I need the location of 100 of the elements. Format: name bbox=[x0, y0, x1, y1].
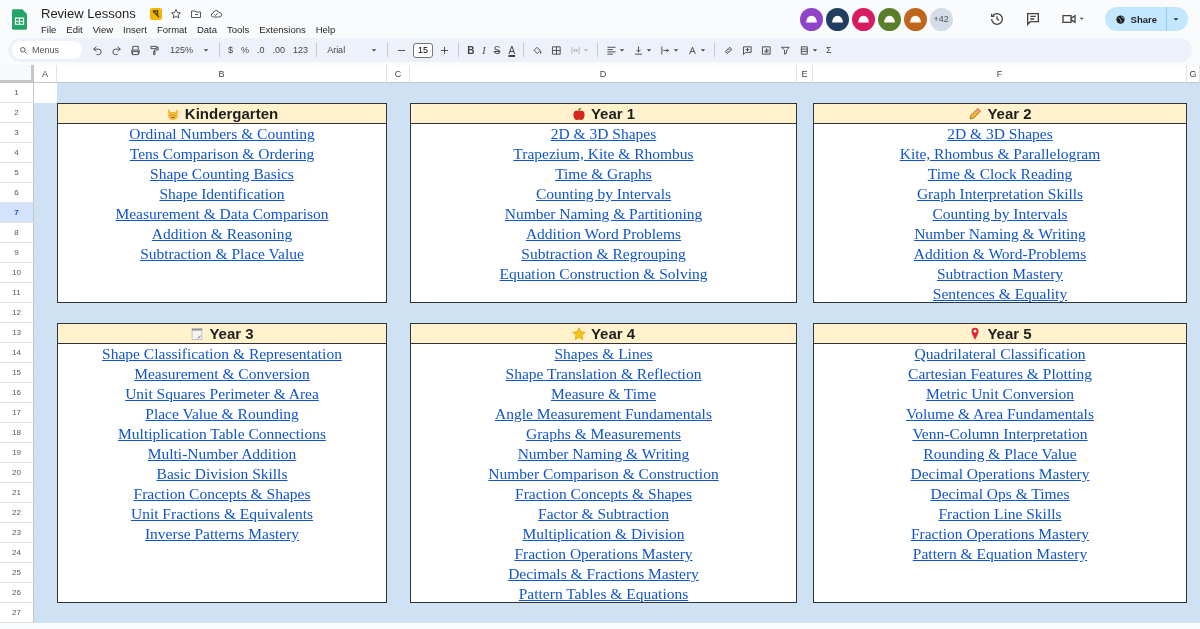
column-header[interactable]: C bbox=[387, 65, 410, 83]
lesson-link[interactable]: Shapes & Lines bbox=[554, 344, 653, 364]
format-button[interactable]: I bbox=[478, 41, 490, 59]
lesson-link[interactable]: Subtraction Mastery bbox=[936, 264, 1064, 284]
row-header[interactable]: 14 bbox=[0, 343, 34, 363]
lesson-link[interactable]: Time & Graphs bbox=[555, 164, 652, 184]
lesson-link[interactable]: Measure & Time bbox=[550, 384, 657, 404]
lesson-link[interactable]: Basic Division Skills bbox=[156, 464, 288, 484]
avatar[interactable] bbox=[877, 7, 901, 31]
row-header[interactable]: 2 bbox=[0, 103, 34, 123]
row-header[interactable]: 9 bbox=[0, 243, 34, 263]
lesson-link[interactable]: Unit Fractions & Equivalents bbox=[130, 504, 314, 524]
sheets-logo-icon[interactable] bbox=[12, 8, 27, 30]
lesson-link[interactable]: Sentences & Equality bbox=[932, 284, 1068, 304]
history-icon[interactable] bbox=[988, 11, 1005, 27]
menu-item[interactable]: Insert bbox=[123, 23, 151, 35]
menu-item[interactable]: Data bbox=[196, 23, 222, 35]
lesson-link[interactable]: Number Naming & Writing bbox=[914, 224, 1086, 244]
menu-item[interactable]: Extensions bbox=[259, 23, 310, 35]
cloud-icon[interactable] bbox=[209, 7, 222, 20]
lesson-link[interactable]: Decimal Operations Mastery bbox=[910, 464, 1090, 484]
row-header[interactable]: 19 bbox=[0, 443, 34, 463]
lesson-link[interactable]: Pattern & Equation Mastery bbox=[912, 544, 1088, 564]
menu-item[interactable]: View bbox=[92, 23, 118, 35]
column-header[interactable]: A bbox=[34, 65, 57, 83]
row-header[interactable]: 18 bbox=[0, 423, 34, 443]
menu-item[interactable]: Help bbox=[315, 23, 340, 35]
share-button[interactable]: Share bbox=[1104, 7, 1188, 31]
row-header[interactable]: 23 bbox=[0, 523, 34, 543]
lesson-link[interactable]: Addition & Word-Problems bbox=[913, 244, 1087, 264]
row-header[interactable]: 25 bbox=[0, 563, 34, 583]
format-button[interactable]: .00 bbox=[268, 41, 290, 59]
format-button[interactable]: .0 bbox=[253, 41, 269, 59]
format-button[interactable]: Σ bbox=[822, 41, 836, 59]
format-button[interactable]: % bbox=[237, 41, 254, 59]
lesson-link[interactable]: Addition Word Problems bbox=[525, 224, 682, 244]
row-header[interactable]: 24 bbox=[0, 543, 34, 563]
star-icon[interactable] bbox=[169, 7, 182, 20]
row-header[interactable]: 16 bbox=[0, 383, 34, 403]
lesson-link[interactable]: Volume & Area Fundamentals bbox=[906, 404, 1094, 424]
row-header[interactable]: 27 bbox=[0, 603, 34, 623]
row-header[interactable]: 3 bbox=[0, 123, 34, 143]
row-header[interactable]: 15 bbox=[0, 363, 34, 383]
lesson-link[interactable]: Shape Classification & Representation bbox=[102, 344, 342, 364]
avatar[interactable] bbox=[799, 7, 823, 31]
avatar[interactable] bbox=[825, 7, 849, 31]
lesson-link[interactable]: Equation Construction & Solving bbox=[499, 264, 708, 284]
lesson-link[interactable]: Fraction Concepts & Shapes bbox=[133, 484, 311, 504]
dropdown[interactable]: Arial bbox=[321, 41, 384, 59]
row-header[interactable]: 20 bbox=[0, 463, 34, 483]
row-header[interactable]: 1 bbox=[0, 83, 34, 103]
lesson-link[interactable]: Angle Measurement Fundamentals bbox=[495, 404, 712, 424]
row-header[interactable]: 21 bbox=[0, 483, 34, 503]
lesson-link[interactable]: Inverse Patterns Mastery bbox=[144, 524, 300, 544]
lesson-link[interactable]: Counting by Intervals bbox=[932, 204, 1068, 224]
lesson-link[interactable]: 2D & 3D Shapes bbox=[947, 124, 1053, 144]
menu-search-field[interactable]: Menus bbox=[12, 41, 82, 59]
row-header[interactable]: 5 bbox=[0, 163, 34, 183]
lesson-link[interactable]: Kite, Rhombus & Parallelogram bbox=[899, 144, 1101, 164]
lesson-link[interactable]: Rounding & Place Value bbox=[923, 444, 1077, 464]
row-header[interactable]: 6 bbox=[0, 183, 34, 203]
lesson-link[interactable]: Subtraction & Regrouping bbox=[521, 244, 686, 264]
lesson-link[interactable]: Tens Comparison & Ordering bbox=[129, 144, 315, 164]
lesson-link[interactable]: Measurement & Data Comparison bbox=[115, 204, 329, 224]
lesson-link[interactable]: Fraction Operations Mastery bbox=[910, 524, 1090, 544]
lesson-link[interactable]: Metric Unit Conversion bbox=[925, 384, 1075, 404]
lesson-link[interactable]: Number Comparison & Construction bbox=[488, 464, 719, 484]
format-button[interactable]: $ bbox=[224, 41, 238, 59]
lesson-link[interactable]: Decimal Ops & Times bbox=[930, 484, 1070, 504]
lesson-link[interactable]: Graphs & Measurements bbox=[526, 424, 681, 444]
column-header[interactable]: D bbox=[410, 65, 797, 83]
row-header[interactable]: 7 bbox=[0, 203, 34, 223]
lesson-link[interactable]: Fraction Line Skills bbox=[938, 504, 1062, 524]
menu-item[interactable]: Format bbox=[156, 23, 191, 35]
lesson-link[interactable]: Fraction Concepts & Shapes bbox=[515, 484, 692, 504]
menu-item[interactable]: Edit bbox=[66, 23, 87, 35]
lesson-link[interactable]: Shape Identification bbox=[159, 184, 285, 204]
grid-cell[interactable] bbox=[34, 83, 57, 103]
format-button[interactable]: A bbox=[504, 41, 520, 59]
menu-item[interactable]: Tools bbox=[227, 23, 254, 35]
lesson-link[interactable]: Trapezium, Kite & Rhombus bbox=[513, 144, 694, 164]
lesson-link[interactable]: Shape Counting Basics bbox=[150, 164, 294, 184]
font-size-field[interactable]: 15 bbox=[413, 42, 434, 58]
menu-item[interactable]: File bbox=[41, 23, 61, 35]
lesson-link[interactable]: Factor & Subtraction bbox=[538, 504, 669, 524]
lesson-link[interactable]: Fraction Operations Mastery bbox=[514, 544, 693, 564]
format-button[interactable]: 123 bbox=[289, 41, 313, 59]
lesson-link[interactable]: Pattern Tables & Equations bbox=[518, 584, 689, 604]
row-header[interactable]: 8 bbox=[0, 223, 34, 243]
lesson-link[interactable]: Number Naming & Partitioning bbox=[504, 204, 703, 224]
lesson-link[interactable]: Counting by Intervals bbox=[535, 184, 672, 204]
row-header[interactable]: 12 bbox=[0, 303, 34, 323]
row-header[interactable]: 11 bbox=[0, 283, 34, 303]
lesson-link[interactable]: Number Naming & Writing bbox=[517, 444, 690, 464]
lesson-link[interactable]: Shape Translation & Reflection bbox=[505, 364, 702, 384]
lesson-link[interactable]: Place Value & Rounding bbox=[145, 404, 299, 424]
format-button[interactable]: S bbox=[489, 41, 505, 59]
lesson-link[interactable]: Quadrilateral Classification bbox=[914, 344, 1086, 364]
row-header[interactable]: 22 bbox=[0, 503, 34, 523]
row-header[interactable]: 13 bbox=[0, 323, 34, 343]
